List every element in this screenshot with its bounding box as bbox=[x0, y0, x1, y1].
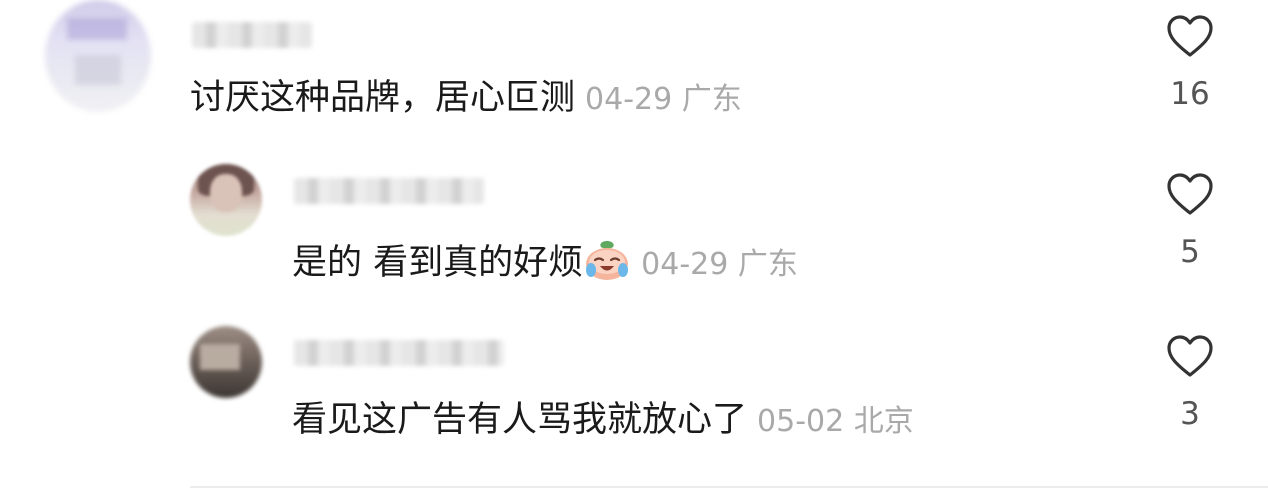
reply-text: 是的 看到真的好烦 bbox=[292, 243, 584, 283]
like-button[interactable]: 3 bbox=[1150, 334, 1230, 434]
avatar[interactable] bbox=[190, 164, 262, 236]
reply-location: 北京 bbox=[853, 404, 914, 439]
reply-item: 看见这广告有人骂我就放心了 05-02 北京 3 bbox=[0, 310, 1268, 486]
comment-location: 广东 bbox=[681, 82, 742, 117]
username-blurred[interactable] bbox=[294, 340, 504, 366]
heart-outline-icon[interactable] bbox=[1166, 14, 1214, 58]
reply-text: 看见这广告有人骂我就放心了 bbox=[292, 400, 748, 440]
username-blurred[interactable] bbox=[294, 178, 484, 204]
like-button[interactable]: 5 bbox=[1150, 172, 1230, 272]
like-count: 5 bbox=[1180, 234, 1200, 270]
reply-location: 广东 bbox=[737, 247, 798, 282]
divider bbox=[190, 486, 1268, 488]
crying-laughing-peach-emoji bbox=[586, 241, 629, 280]
avatar[interactable] bbox=[45, 0, 151, 112]
like-count: 3 bbox=[1180, 396, 1200, 432]
like-button[interactable]: 16 bbox=[1150, 14, 1230, 114]
comment-item: 讨厌这种品牌，居心叵测 04-29 广东 16 bbox=[0, 0, 1268, 150]
heart-outline-icon[interactable] bbox=[1166, 172, 1214, 216]
username-blurred[interactable] bbox=[192, 22, 312, 48]
reply-date: 05-02 bbox=[757, 404, 845, 439]
reply-text-row[interactable]: 是的 看到真的好烦 04-29 广东 bbox=[292, 238, 798, 287]
comment-date: 04-29 bbox=[585, 82, 673, 117]
reply-item: 是的 看到真的好烦 04-29 广东 5 bbox=[0, 150, 1268, 310]
avatar[interactable] bbox=[190, 326, 262, 398]
like-count: 16 bbox=[1170, 76, 1210, 112]
heart-outline-icon[interactable] bbox=[1166, 334, 1214, 378]
reply-text-row[interactable]: 看见这广告有人骂我就放心了 05-02 北京 bbox=[292, 398, 914, 444]
reply-date: 04-29 bbox=[641, 247, 729, 282]
comment-text: 讨厌这种品牌，居心叵测 bbox=[190, 78, 576, 118]
comment-text-row[interactable]: 讨厌这种品牌，居心叵测 04-29 广东 bbox=[190, 76, 742, 122]
